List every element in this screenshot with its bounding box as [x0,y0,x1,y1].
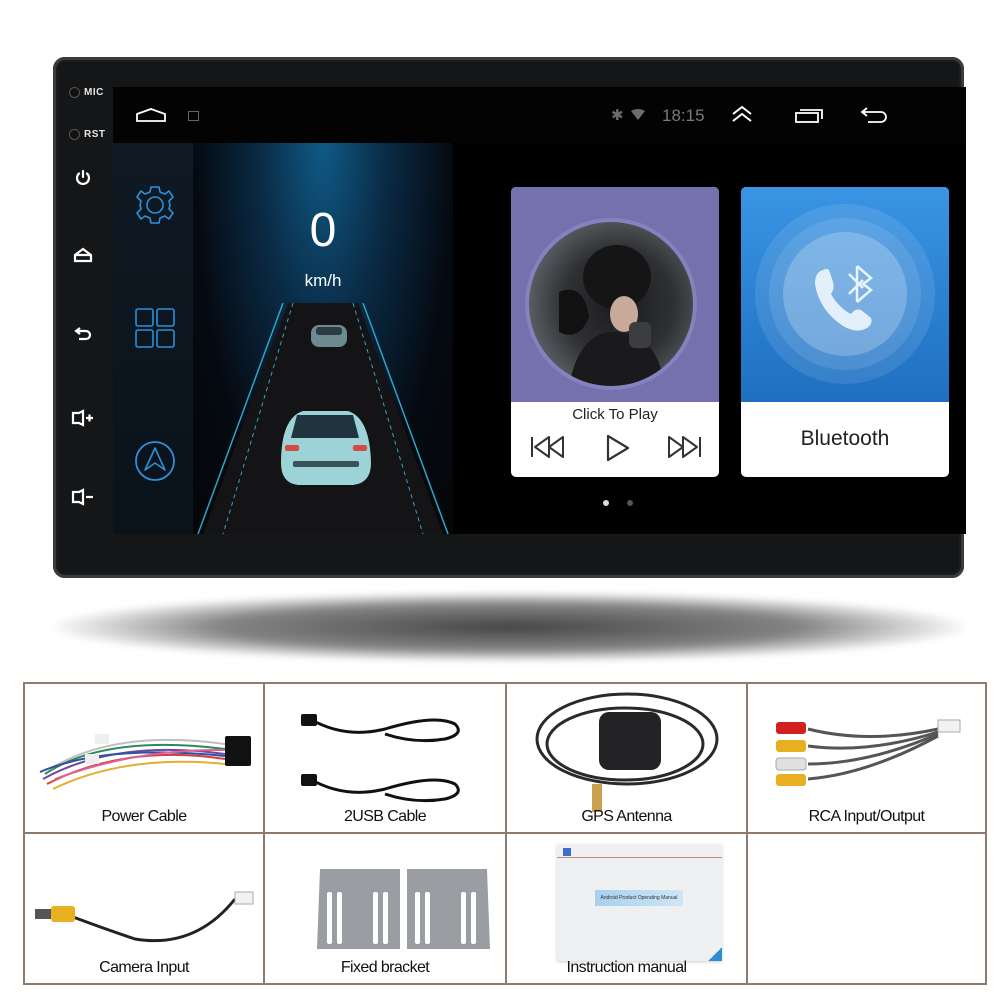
music-title: Click To Play [572,406,658,423]
dock-navigation[interactable] [133,439,177,483]
bluetooth-label: Bluetooth [800,427,890,450]
expand-button[interactable] [730,105,754,128]
home-icon [136,108,166,122]
accessory-label: RCA Input/Output [808,808,925,825]
phone-bluetooth-icon [815,265,873,331]
album-art [529,222,693,386]
music-card[interactable]: Click To Play [511,187,719,477]
play-button[interactable] [605,434,631,467]
reset-label: RST [84,129,106,140]
bluetooth-card[interactable]: Bluetooth [741,187,949,477]
next-icon [668,436,701,458]
accessory-label: GPS Antenna [581,808,672,825]
manual-cover: Android Product Operating Manual [557,844,722,961]
volume-down-icon [71,488,93,506]
mic-led [69,87,80,98]
status-bar: ✱ 18:15 [113,87,966,143]
page-indicator [603,500,633,506]
accessory-label: Fixed bracket [340,959,430,976]
speedometer-widget[interactable]: 0 km/h [193,143,453,534]
dock-settings[interactable] [133,183,177,227]
accessory-gps-antenna: GPS Antenna [507,684,748,834]
accessories-grid: Power Cable 2USB Cable GPS Antenna RCA I… [23,682,987,985]
bluetooth-card-icon-area [741,187,949,402]
accessory-camera-input: Camera Input [25,834,265,983]
accessory-label: 2USB Cable [343,808,427,825]
head-unit-device: MIC RST ✱ 18:15 0 km/h Click To Play Blu… [53,57,966,578]
recent-apps-icon [795,109,823,123]
android-screen: ✱ 18:15 0 km/h Click To Play Bluetooth [113,87,966,534]
apps-grid-icon [135,308,175,348]
back-icon [860,107,887,123]
next-button[interactable] [667,434,703,465]
hw-home-button[interactable] [69,244,97,266]
page-dot-2[interactable] [627,500,633,506]
screenshot-icon [188,111,199,121]
home-icon [73,247,93,263]
reset-button[interactable]: RST [69,129,106,140]
previous-icon [531,436,564,458]
clock: 18:15 [662,106,705,125]
speed-unit: km/h [304,271,342,290]
dock-apps[interactable] [133,306,177,350]
previous-button[interactable] [529,434,565,465]
nav-home-button[interactable] [135,107,167,128]
expand-up-icon [732,105,752,122]
nav-back-button[interactable] [860,107,888,128]
accessory-fixed-bracket: Fixed bracket [265,834,507,983]
hw-volume-up-button[interactable] [69,407,97,429]
device-shadow [55,592,965,662]
reset-led [69,129,80,140]
page-dot-1[interactable] [603,500,609,506]
back-icon [74,327,92,341]
mic-label: MIC [84,87,104,98]
speed-value: 0 [309,204,337,257]
car-near [281,411,371,485]
music-card-artwork-area [511,187,719,402]
volume-up-icon [71,409,93,427]
power-icon [75,169,91,185]
manual-title: Android Product Operating Manual [595,890,683,906]
car-far [311,325,347,347]
accessory-usb-cable: 2USB Cable [265,684,507,834]
road-illustration [197,303,449,534]
app-dock [113,143,193,534]
wifi-icon [631,108,645,126]
mic-indicator: MIC [69,87,104,98]
accessory-label: Power Cable [101,808,187,825]
accessory-instruction-manual: Android Product Operating Manual Instruc… [507,834,748,983]
hw-volume-down-button[interactable] [69,486,97,508]
accessory-power-cable: Power Cable [25,684,265,834]
accessory-label: Camera Input [99,959,189,976]
play-icon [606,434,630,462]
bluetooth-icon: ✱ [611,107,624,124]
hw-power-button[interactable] [69,167,97,189]
gear-icon [136,186,174,224]
navigation-icon [135,441,175,481]
accessory-empty-cell [748,834,985,983]
recent-apps-button[interactable] [795,109,823,128]
hw-back-button[interactable] [69,323,97,345]
accessory-rca-cable: RCA Input/Output [748,684,985,834]
accessory-label: Instruction manual [566,959,688,976]
